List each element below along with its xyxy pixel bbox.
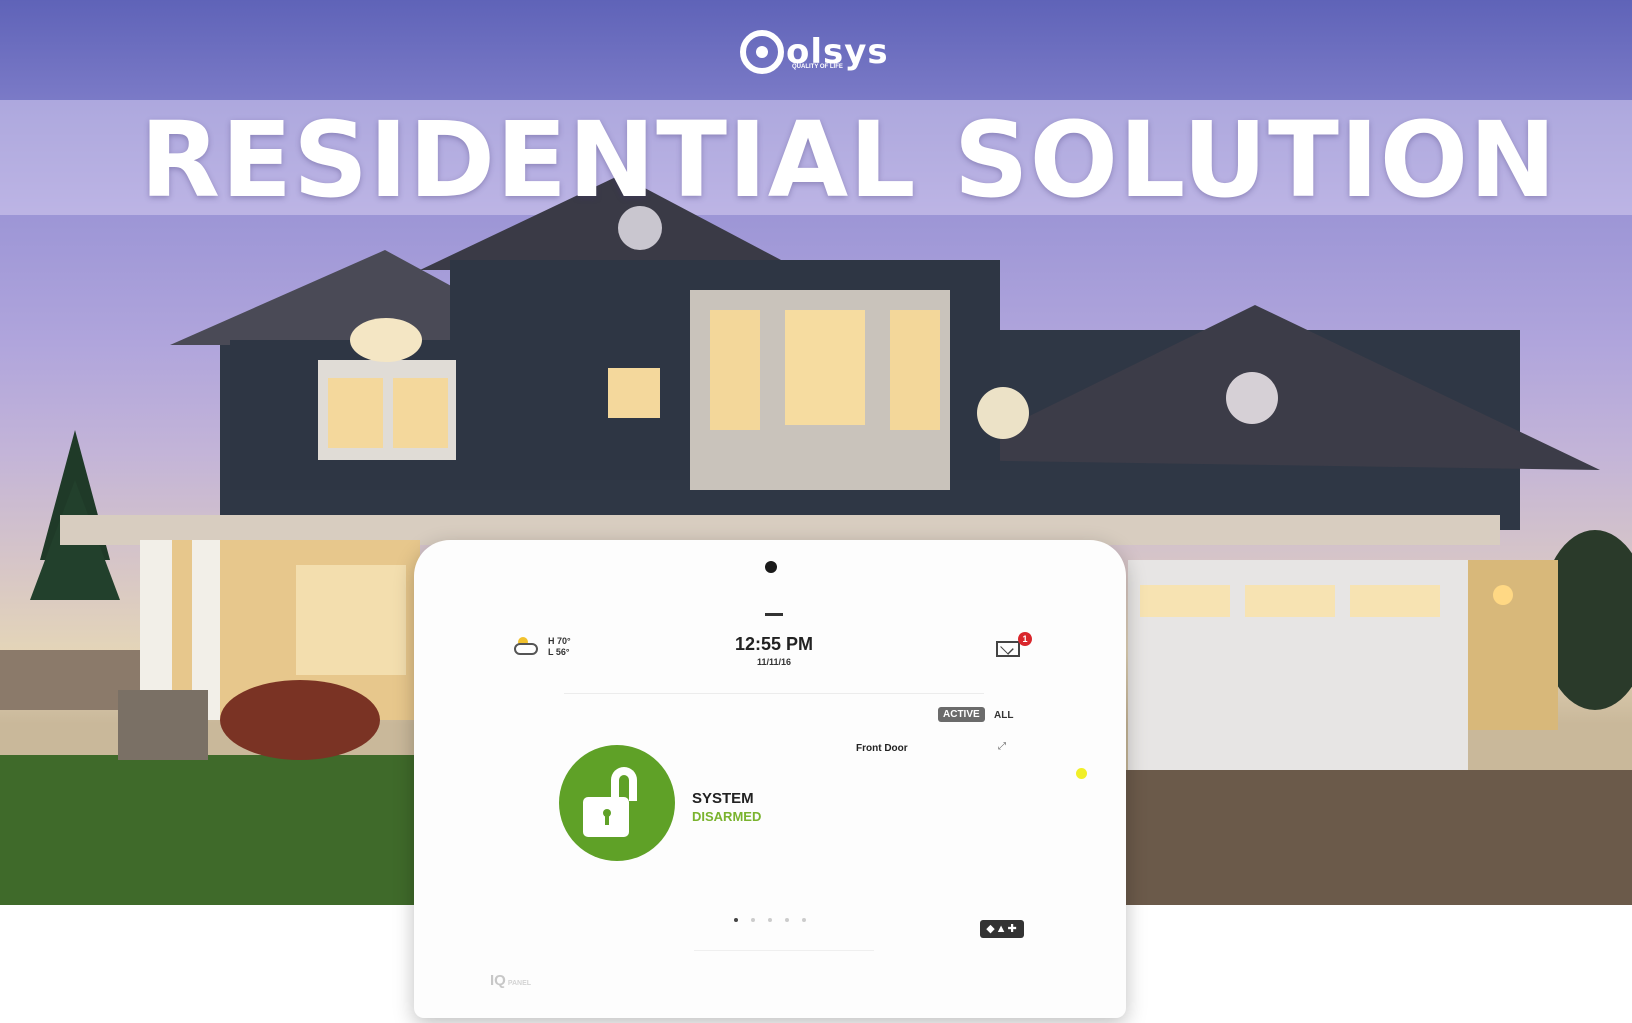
divider — [694, 950, 874, 951]
shield-flame-plus-icon[interactable]: ◆▲✚ — [980, 920, 1024, 938]
advertisement-scene: olsys QUALITY OF LIFE RESIDENTIAL SOLUTI… — [0, 0, 1632, 1023]
partly-cloudy-icon — [514, 637, 540, 657]
temp-low: L 56° — [548, 647, 570, 657]
iq-panel-brand: IQ PANEL — [490, 972, 531, 989]
arm-disarm-button[interactable] — [559, 745, 675, 861]
page-dot[interactable] — [734, 918, 738, 922]
temperature-readout: H 70° L 56° — [548, 636, 571, 658]
system-label: SYSTEM — [692, 790, 754, 807]
mail-icon[interactable] — [996, 641, 1020, 657]
door-icon: ⤢ — [998, 741, 1006, 752]
message-count-badge: 1 — [1018, 632, 1032, 646]
q-logo-mark-icon — [740, 30, 784, 74]
weather-widget[interactable]: H 70° L 56° — [514, 636, 571, 658]
tab-all[interactable]: ALL — [994, 710, 1013, 721]
divider — [564, 693, 984, 694]
page-dot[interactable] — [751, 918, 755, 922]
camera-icon — [765, 561, 777, 573]
qolsys-logo: olsys QUALITY OF LIFE — [740, 24, 889, 80]
system-state: DISARMED — [692, 809, 762, 824]
brand-text: PANEL — [507, 980, 532, 987]
tab-active[interactable]: ACTIVE — [938, 707, 985, 722]
page-dot[interactable] — [768, 918, 772, 922]
page-title: RESIDENTIAL SOLUTION — [140, 99, 1558, 221]
page-dot[interactable] — [785, 918, 789, 922]
temp-high: H 70° — [548, 636, 571, 646]
page-indicator[interactable] — [734, 918, 819, 922]
unlocked-padlock-icon — [611, 767, 637, 801]
sensor-front-door[interactable]: Front Door — [856, 743, 908, 754]
status-indicator-dot — [1076, 768, 1087, 779]
logo-tagline: QUALITY OF LIFE — [792, 64, 843, 70]
brand-mark: IQ — [490, 972, 506, 989]
page-dot[interactable] — [802, 918, 806, 922]
clock-time: 12:55 PM — [734, 634, 814, 654]
speaker-grille — [765, 613, 783, 616]
clock-date: 11/11/16 — [756, 657, 792, 667]
security-panel: H 70° L 56° 12:55 PM 11/11/16 1 ACTIVE A… — [414, 540, 1126, 1018]
